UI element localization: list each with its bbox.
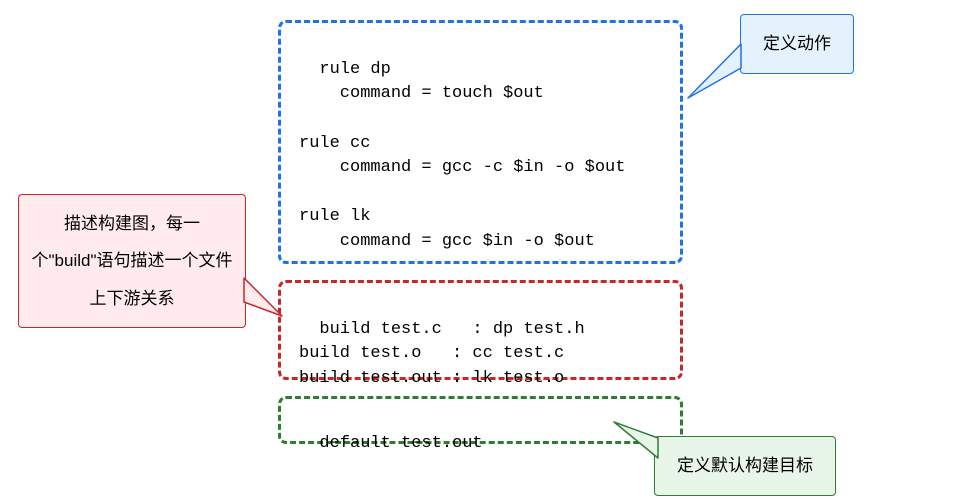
rules-code: rule dp command = touch $out rule cc com…: [299, 60, 625, 251]
callout-build-graph: 描述构建图，每一个"build"语句描述一个文件上下游关系: [18, 194, 246, 328]
callout-blue-text: 定义动作: [763, 34, 831, 53]
callout-green-pointer-icon: [610, 418, 660, 458]
default-code: default test.out: [319, 434, 482, 453]
callout-red-pointer-icon: [244, 278, 284, 320]
callout-default-target: 定义默认构建目标: [654, 436, 836, 496]
callout-define-actions: 定义动作: [740, 14, 854, 74]
callout-red-text: 描述构建图，每一个"build"语句描述一个文件上下游关系: [32, 214, 233, 308]
callout-green-text: 定义默认构建目标: [677, 456, 813, 475]
builds-code-box: build test.c : dp test.h build test.o : …: [278, 280, 683, 380]
callout-blue-pointer-icon: [684, 44, 742, 104]
rules-code-box: rule dp command = touch $out rule cc com…: [278, 20, 683, 264]
builds-code: build test.c : dp test.h build test.o : …: [299, 320, 585, 388]
